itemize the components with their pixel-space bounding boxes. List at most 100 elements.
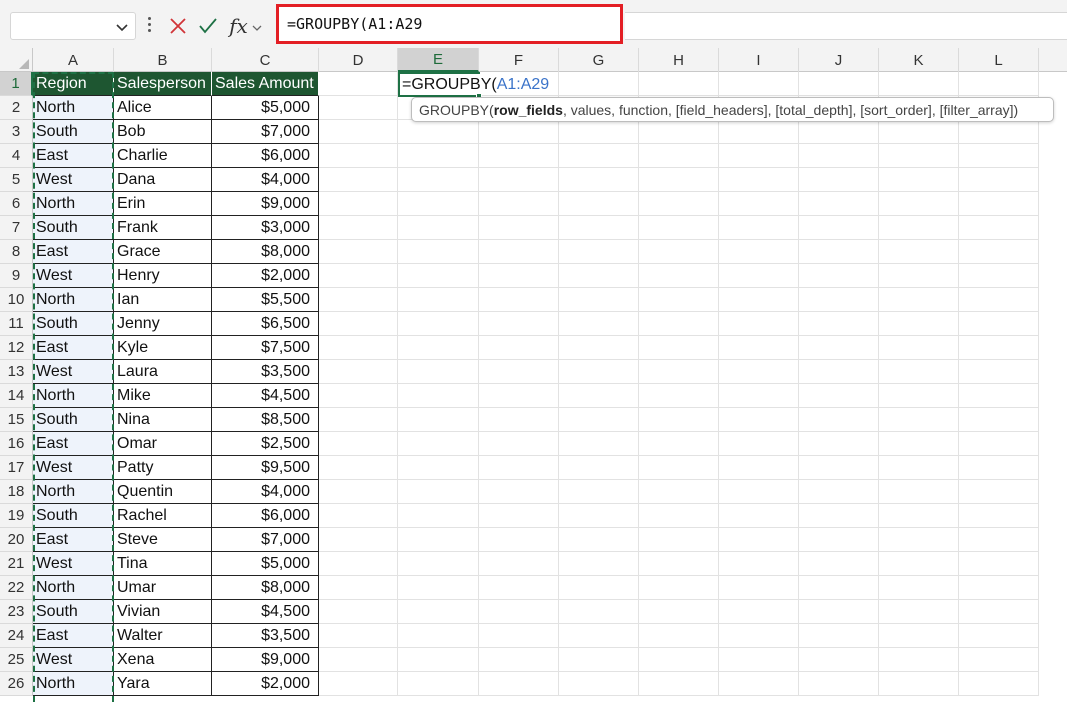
cell[interactable] (319, 576, 398, 600)
name-box[interactable] (10, 12, 136, 40)
cell[interactable] (398, 120, 479, 144)
column-header-g[interactable]: G (559, 48, 639, 72)
cell[interactable] (559, 312, 639, 336)
cell[interactable] (398, 432, 479, 456)
insert-function-button[interactable]: fx (226, 12, 266, 40)
spreadsheet-grid[interactable]: ABCDEFGHIJKL 1 Region Salesperson Sales Amo… (0, 48, 1067, 702)
cell[interactable]: $6,500 (212, 312, 319, 336)
column-header-i[interactable]: I (719, 48, 799, 72)
cell[interactable] (398, 384, 479, 408)
table-header-cell[interactable]: Region (33, 72, 114, 96)
cell[interactable] (799, 336, 879, 360)
row-header[interactable]: 10 (0, 288, 33, 312)
cell[interactable]: $8,000 (212, 240, 319, 264)
cell[interactable] (879, 576, 959, 600)
cell[interactable] (959, 336, 1039, 360)
cell[interactable] (879, 264, 959, 288)
row-header[interactable]: 13 (0, 360, 33, 384)
cell[interactable] (319, 120, 398, 144)
cell[interactable]: South (33, 216, 114, 240)
column-header-e[interactable]: E (398, 48, 479, 72)
active-cell-editor[interactable]: =GROUPBY(A1:A29 (398, 72, 549, 97)
cell[interactable] (479, 576, 559, 600)
cell[interactable] (799, 360, 879, 384)
cell[interactable] (479, 216, 559, 240)
cell[interactable] (719, 144, 799, 168)
cell[interactable] (959, 216, 1039, 240)
row-header[interactable]: 9 (0, 264, 33, 288)
cell[interactable]: Omar (114, 432, 212, 456)
cell[interactable]: $2,000 (212, 264, 319, 288)
cell[interactable] (559, 216, 639, 240)
cell[interactable] (719, 648, 799, 672)
cell[interactable] (559, 552, 639, 576)
cell[interactable] (319, 192, 398, 216)
cell[interactable]: East (33, 528, 114, 552)
cell[interactable]: North (33, 576, 114, 600)
cell[interactable] (799, 72, 879, 96)
cell[interactable] (799, 120, 879, 144)
cell[interactable] (639, 216, 719, 240)
cell[interactable] (319, 96, 398, 120)
cell[interactable]: West (33, 360, 114, 384)
cell[interactable] (319, 312, 398, 336)
table-header-cell[interactable]: Sales Amount (212, 72, 319, 96)
cell[interactable]: $3,500 (212, 624, 319, 648)
cell[interactable] (719, 432, 799, 456)
cell[interactable] (398, 624, 479, 648)
cell[interactable] (879, 168, 959, 192)
cell[interactable] (319, 144, 398, 168)
cell[interactable] (398, 216, 479, 240)
cell[interactable] (879, 144, 959, 168)
formula-input[interactable]: =GROUPBY(A1:A29 (276, 4, 623, 44)
row-header[interactable]: 6 (0, 192, 33, 216)
cell[interactable] (398, 144, 479, 168)
cell[interactable]: Bob (114, 120, 212, 144)
row-header[interactable]: 15 (0, 408, 33, 432)
cell[interactable] (319, 408, 398, 432)
cell[interactable] (639, 168, 719, 192)
cell[interactable] (479, 432, 559, 456)
cell[interactable] (479, 672, 559, 696)
column-header-a[interactable]: A (33, 48, 114, 72)
cell[interactable] (959, 600, 1039, 624)
cell[interactable]: Steve (114, 528, 212, 552)
cell[interactable] (319, 240, 398, 264)
cell[interactable] (879, 504, 959, 528)
cell[interactable] (639, 336, 719, 360)
cell[interactable]: $7,500 (212, 336, 319, 360)
cell[interactable] (398, 336, 479, 360)
cell[interactable] (398, 312, 479, 336)
cell[interactable]: $4,500 (212, 600, 319, 624)
cell[interactable] (639, 192, 719, 216)
cell[interactable]: North (33, 192, 114, 216)
cell[interactable] (719, 600, 799, 624)
cell[interactable] (479, 360, 559, 384)
cell[interactable] (799, 600, 879, 624)
cell[interactable] (719, 192, 799, 216)
cell[interactable]: Alice (114, 96, 212, 120)
cell[interactable] (879, 456, 959, 480)
cell[interactable] (719, 240, 799, 264)
cell[interactable] (959, 384, 1039, 408)
cell[interactable] (879, 552, 959, 576)
cell[interactable] (319, 384, 398, 408)
cell[interactable] (959, 456, 1039, 480)
cell[interactable] (879, 384, 959, 408)
row-header[interactable]: 18 (0, 480, 33, 504)
cell[interactable]: Henry (114, 264, 212, 288)
cell[interactable]: $8,500 (212, 408, 319, 432)
cell[interactable] (319, 72, 398, 96)
cell[interactable] (398, 168, 479, 192)
cell[interactable]: $4,000 (212, 168, 319, 192)
cell[interactable] (719, 576, 799, 600)
cell[interactable] (639, 528, 719, 552)
cell[interactable] (719, 456, 799, 480)
cell[interactable] (319, 648, 398, 672)
cell[interactable]: Nina (114, 408, 212, 432)
cell[interactable] (639, 312, 719, 336)
row-header[interactable]: 17 (0, 456, 33, 480)
cell[interactable]: Umar (114, 576, 212, 600)
column-header-k[interactable]: K (879, 48, 959, 72)
cell[interactable] (479, 528, 559, 552)
